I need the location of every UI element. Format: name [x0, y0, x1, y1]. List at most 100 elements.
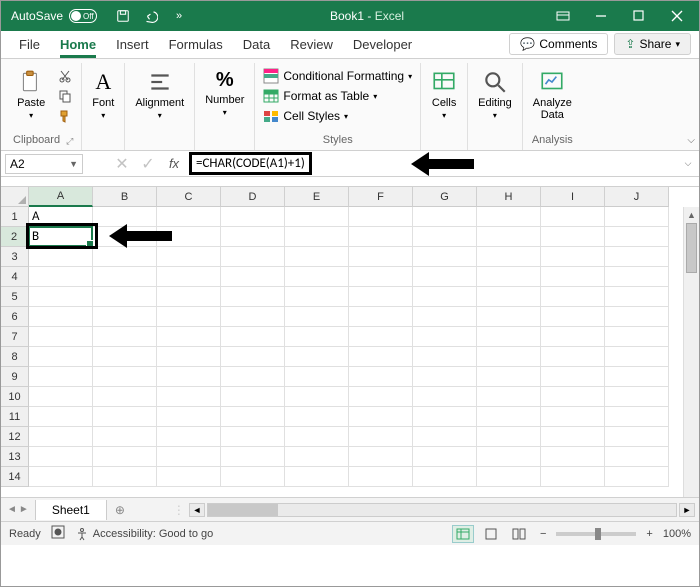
cell[interactable]	[221, 227, 285, 247]
cell[interactable]	[349, 427, 413, 447]
macro-record-icon[interactable]	[51, 525, 65, 542]
cell[interactable]	[413, 467, 477, 487]
comments-button[interactable]: 💬 Comments	[509, 33, 608, 55]
cell[interactable]	[477, 347, 541, 367]
cell[interactable]	[93, 327, 157, 347]
cell[interactable]	[157, 307, 221, 327]
cells-area[interactable]: AB	[29, 207, 669, 487]
cell[interactable]	[285, 447, 349, 467]
cell[interactable]	[477, 207, 541, 227]
sheet-tab-sheet1[interactable]: Sheet1	[35, 500, 107, 520]
cell[interactable]	[605, 207, 669, 227]
cell[interactable]	[157, 267, 221, 287]
close-icon[interactable]	[659, 2, 695, 30]
column-header[interactable]: E	[285, 187, 349, 207]
cell[interactable]	[93, 307, 157, 327]
cell[interactable]	[29, 387, 93, 407]
cell[interactable]	[221, 387, 285, 407]
cell[interactable]	[221, 207, 285, 227]
number-button[interactable]: % Number ▾	[201, 67, 248, 119]
cell[interactable]	[93, 467, 157, 487]
cell[interactable]	[349, 287, 413, 307]
cell[interactable]: B	[29, 227, 93, 247]
accessibility-status[interactable]: Accessibility: Good to go	[75, 527, 213, 541]
cell[interactable]	[413, 267, 477, 287]
cell[interactable]	[285, 287, 349, 307]
cell[interactable]	[285, 267, 349, 287]
cell[interactable]	[605, 347, 669, 367]
tab-review[interactable]: Review	[280, 33, 343, 58]
cell[interactable]	[605, 367, 669, 387]
cell[interactable]	[477, 327, 541, 347]
horizontal-scrollbar[interactable]: ◄ ►	[185, 503, 699, 517]
qat-more-icon[interactable]: »	[169, 6, 189, 26]
autosave-toggle[interactable]: AutoSave Off	[5, 9, 103, 23]
cell[interactable]	[541, 447, 605, 467]
alignment-button[interactable]: Alignment ▾	[131, 67, 188, 122]
cell[interactable]	[221, 327, 285, 347]
cell[interactable]	[93, 247, 157, 267]
ribbon-display-icon[interactable]	[545, 2, 581, 30]
cell[interactable]	[29, 267, 93, 287]
cell-styles-button[interactable]: Cell Styles ▾	[261, 107, 414, 125]
undo-icon[interactable]	[141, 6, 161, 26]
cell[interactable]	[413, 247, 477, 267]
cell[interactable]	[413, 307, 477, 327]
vertical-scrollbar[interactable]: ▲	[683, 207, 699, 497]
cell[interactable]	[349, 367, 413, 387]
cell[interactable]	[349, 207, 413, 227]
cell[interactable]	[349, 467, 413, 487]
cell[interactable]	[93, 347, 157, 367]
tab-file[interactable]: File	[9, 33, 50, 58]
sheet-prev-icon[interactable]: ◄	[7, 504, 17, 515]
cell[interactable]	[413, 347, 477, 367]
cell[interactable]	[349, 387, 413, 407]
zoom-slider-thumb[interactable]	[595, 528, 601, 540]
insert-function-icon[interactable]: fx	[163, 154, 185, 174]
cell[interactable]	[541, 407, 605, 427]
cell[interactable]	[29, 367, 93, 387]
cell[interactable]	[349, 407, 413, 427]
hscroll-thumb[interactable]	[208, 504, 278, 516]
cell[interactable]	[221, 307, 285, 327]
cell[interactable]	[413, 367, 477, 387]
cell[interactable]	[605, 307, 669, 327]
cell[interactable]	[413, 387, 477, 407]
cell[interactable]	[477, 387, 541, 407]
cell[interactable]	[93, 227, 157, 247]
row-header[interactable]: 13	[1, 447, 29, 467]
cell[interactable]	[541, 307, 605, 327]
row-header[interactable]: 2	[1, 227, 29, 247]
cell[interactable]	[541, 467, 605, 487]
cell[interactable]	[349, 267, 413, 287]
cell[interactable]	[605, 327, 669, 347]
cell[interactable]	[477, 407, 541, 427]
cell[interactable]	[157, 447, 221, 467]
cell[interactable]	[221, 267, 285, 287]
cell[interactable]	[541, 267, 605, 287]
cell[interactable]	[29, 447, 93, 467]
editing-button[interactable]: Editing ▾	[474, 67, 516, 122]
cell[interactable]	[285, 347, 349, 367]
cell[interactable]	[221, 427, 285, 447]
cell[interactable]	[285, 247, 349, 267]
cell[interactable]	[477, 427, 541, 447]
cell[interactable]	[157, 227, 221, 247]
cell[interactable]	[541, 347, 605, 367]
column-header[interactable]: F	[349, 187, 413, 207]
cell[interactable]	[477, 307, 541, 327]
column-header[interactable]: I	[541, 187, 605, 207]
cell[interactable]	[157, 367, 221, 387]
column-header[interactable]: G	[413, 187, 477, 207]
cell[interactable]	[221, 447, 285, 467]
cell[interactable]	[29, 427, 93, 447]
cell[interactable]	[285, 467, 349, 487]
cell[interactable]	[605, 427, 669, 447]
scroll-left-icon[interactable]: ◄	[189, 503, 205, 517]
cell[interactable]	[541, 387, 605, 407]
cell[interactable]	[605, 447, 669, 467]
cell[interactable]	[477, 267, 541, 287]
cell[interactable]	[541, 427, 605, 447]
cell[interactable]	[157, 407, 221, 427]
cell[interactable]	[285, 227, 349, 247]
